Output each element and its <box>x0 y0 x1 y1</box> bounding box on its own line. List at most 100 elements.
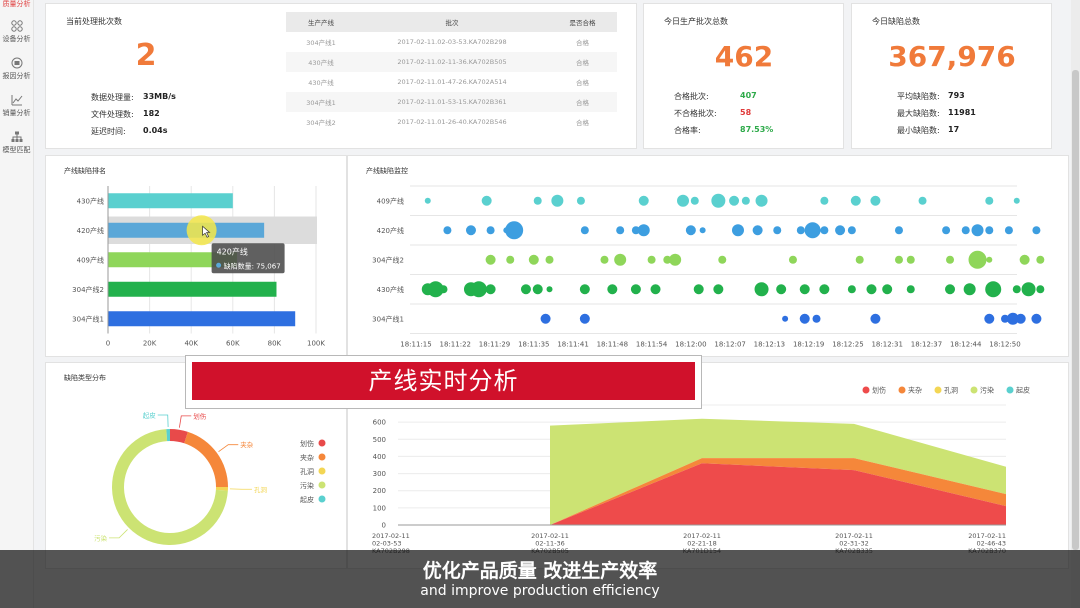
x-tick-label: 18:11:54 <box>636 341 668 349</box>
title-banner: 产线实时分析 <box>185 355 702 409</box>
slice-label: 污染 <box>94 533 108 542</box>
bubble <box>847 226 856 235</box>
processing-panel: 当前处理批次数 2 数据处理量: 33MB/s 文件处理数: 182 延迟时间:… <box>45 3 637 149</box>
bubble <box>637 224 650 237</box>
bubble <box>985 196 994 205</box>
stat-label: 最大缺陷数: <box>897 109 940 118</box>
stat-label: 最小缺陷数: <box>897 126 940 135</box>
bubble <box>819 284 830 295</box>
legend-marker <box>898 386 906 394</box>
y-tick-label: 420产线 <box>77 226 104 235</box>
bubble <box>1021 282 1036 297</box>
bubble <box>776 284 787 295</box>
slice-label: 划伤 <box>193 411 207 420</box>
bubble <box>986 256 993 263</box>
nav-item-model[interactable]: 模型匹配 <box>0 131 33 155</box>
legend-marker <box>934 386 942 394</box>
x-tick-label: 18:12:19 <box>793 341 824 349</box>
x-tick-label: 18:12:31 <box>871 341 902 349</box>
bubble <box>533 196 542 205</box>
legend-label: 夹杂 <box>300 453 314 462</box>
bubble <box>906 285 915 294</box>
table-row[interactable]: 430产线 2017-02-11.02-11-36.KA702B505 合格 <box>286 52 617 72</box>
table-row[interactable]: 304产线1 2017-02-11.02-03-53.KA702B298 合格 <box>286 32 617 52</box>
bubble <box>424 197 431 204</box>
x-tick-label: 40K <box>184 340 198 348</box>
x-tick-label: 18:12:37 <box>911 341 942 349</box>
today-batches-count: 462 <box>714 40 774 73</box>
bubble <box>799 313 810 324</box>
bubble <box>870 313 881 324</box>
bubble <box>782 315 789 322</box>
bubble <box>804 222 821 239</box>
nav-label: 模型匹配 <box>2 146 31 154</box>
tooltip-title: 420产线 <box>217 246 248 256</box>
subtitle-english: and improve production efficiency <box>420 583 660 599</box>
nav-item-quality[interactable]: 质量分析 <box>0 0 33 10</box>
table-header: 生产产线 <box>286 12 356 32</box>
legend-marker <box>318 467 326 475</box>
bubble <box>520 284 531 295</box>
y-tick-label: 409产线 <box>77 255 104 264</box>
y-tick-label: 409产线 <box>377 196 404 205</box>
x-tick-label: 60K <box>226 340 240 348</box>
table-row[interactable]: 304产线1 2017-02-11.01-53-15.KA702B361 合格 <box>286 92 617 112</box>
table-cell: 2017-02-11.02-11-36.KA702B505 <box>356 52 548 72</box>
y-tick-label: 304产线2 <box>372 255 404 264</box>
bubble <box>579 313 590 324</box>
legend-label: 孔洞 <box>944 386 958 395</box>
bubble <box>963 283 976 296</box>
bubble <box>630 284 641 295</box>
bubble <box>894 226 903 235</box>
today-batches-title: 今日生产批次总数 <box>664 17 728 26</box>
bar <box>108 193 233 209</box>
bubble <box>1013 197 1020 204</box>
bar <box>108 311 296 327</box>
table-row[interactable]: 304产线2 2017-02-11.01-26-40.KA702B546 合格 <box>286 112 617 132</box>
stat-value: 58 <box>740 108 752 117</box>
x-tick-label: 18:12:50 <box>989 341 1020 349</box>
bubble <box>551 194 564 207</box>
bubble <box>1032 226 1041 235</box>
bubble <box>486 226 495 235</box>
bubble <box>985 226 994 235</box>
slice-label: 孔洞 <box>254 485 268 494</box>
stat-value: 407 <box>740 91 757 100</box>
bubble <box>545 255 554 264</box>
scrollbar-thumb[interactable] <box>1072 70 1079 550</box>
nav-item-equipment[interactable]: 设备分析 <box>0 20 33 44</box>
x-tick-label: 18:12:13 <box>754 341 785 349</box>
legend-label: 划伤 <box>300 439 314 448</box>
bubble <box>1015 313 1026 324</box>
bubble <box>1004 226 1013 235</box>
table-row[interactable]: 430产线 2017-02-11.01-47-26.KA702A514 合格 <box>286 72 617 92</box>
y-tick-label: 420产线 <box>377 226 404 235</box>
legend-label: 起皮 <box>300 495 314 504</box>
x-tick-label: 20K <box>143 340 157 348</box>
y-tick-label: 304产线1 <box>372 314 404 323</box>
y-tick-label: 300 <box>373 470 386 478</box>
bubble <box>894 255 903 264</box>
bubble <box>616 226 625 235</box>
batch-table: 生产产线 批次 是否合格 304产线1 2017-02-11.02-03-53.K… <box>286 12 617 132</box>
legend-label: 起皮 <box>1016 386 1030 395</box>
table-cell: 合格 <box>576 119 589 127</box>
table-cell: 合格 <box>576 39 589 47</box>
bubble <box>505 221 524 240</box>
nav-item-report[interactable]: 报因分析 <box>0 57 33 81</box>
stat-value: 11981 <box>948 108 976 117</box>
bubble <box>685 225 696 236</box>
bubble <box>465 225 476 236</box>
y-tick-label: 304产线2 <box>72 285 104 294</box>
nav-item-sales[interactable]: 销量分析 <box>0 94 33 118</box>
subtitle-chinese: 优化产品质量 改进生产效率 <box>422 560 658 582</box>
bubble <box>485 284 496 295</box>
y-tick-label: 500 <box>373 436 386 444</box>
slice-leader-line <box>157 414 169 428</box>
bubble <box>600 255 609 264</box>
scrollbar[interactable] <box>1071 0 1080 608</box>
processing-count: 2 <box>135 38 157 73</box>
bubble <box>506 255 515 264</box>
bubble <box>741 196 750 205</box>
x-tick-label: 80K <box>268 340 282 348</box>
